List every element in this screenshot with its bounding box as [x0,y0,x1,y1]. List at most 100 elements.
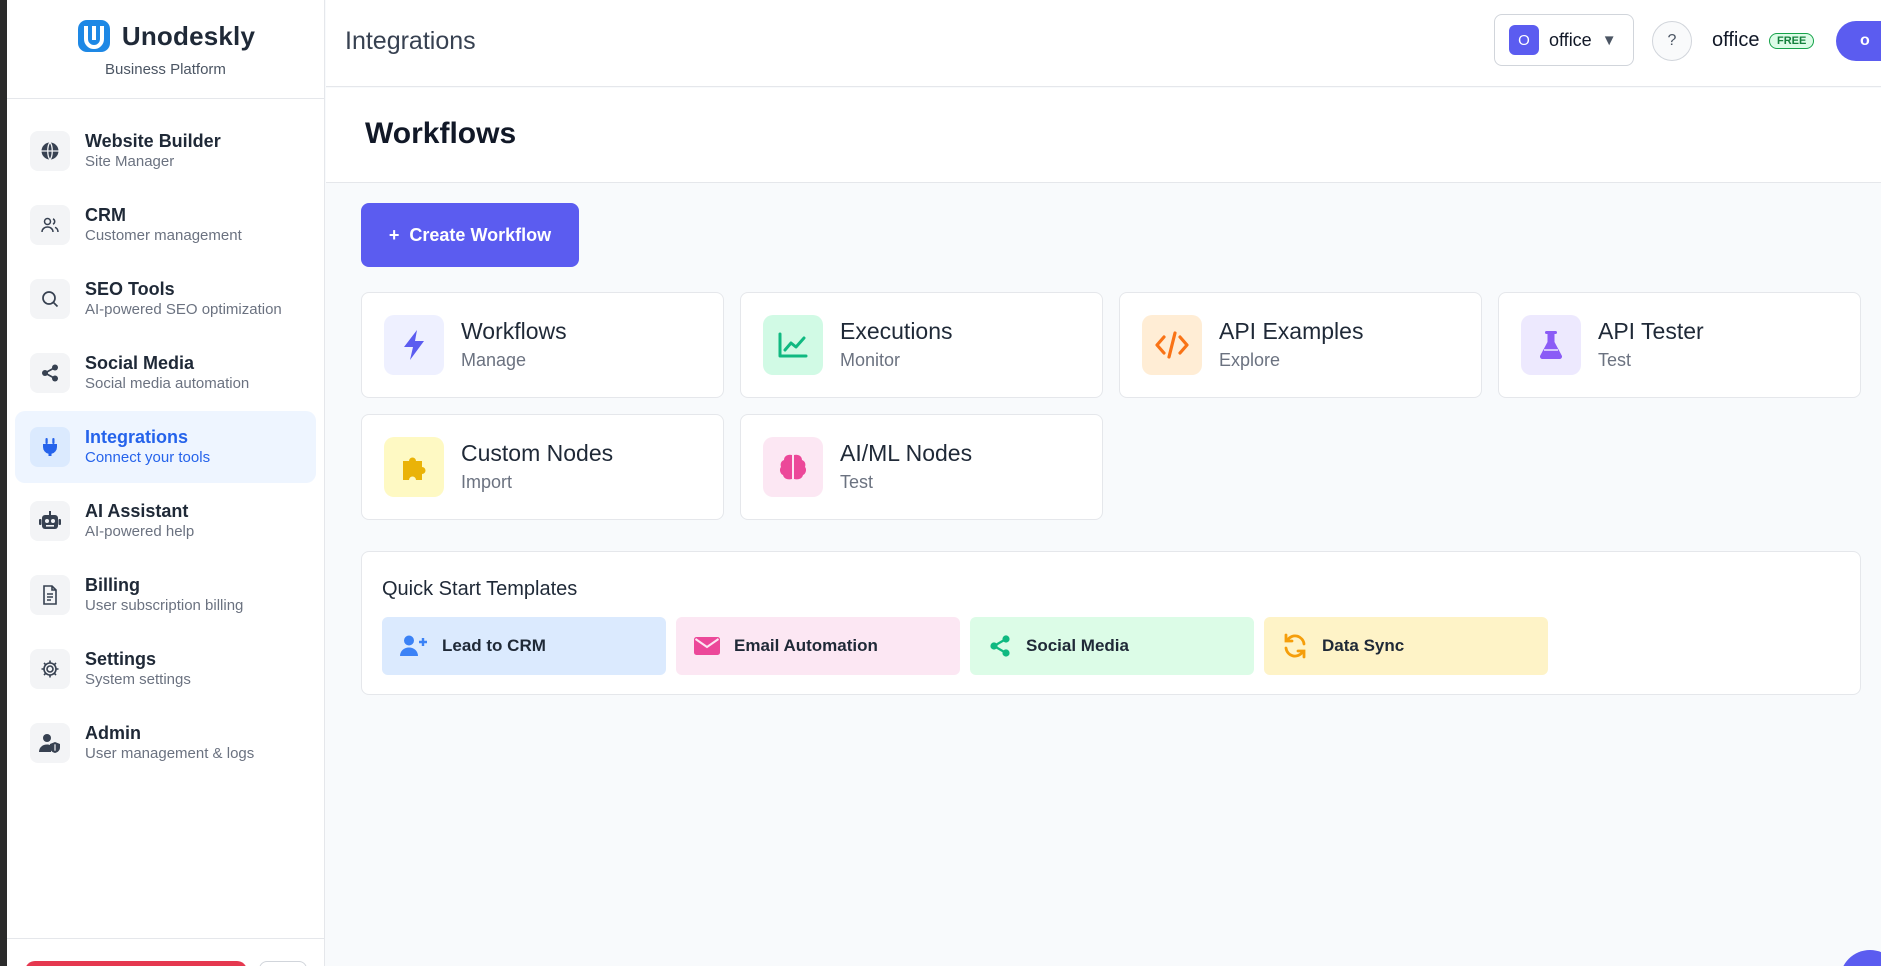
sidebar-item-seo-tools[interactable]: SEO Tools AI-powered SEO optimization [15,263,316,335]
topbar: Integrations O office ▼ ? office FREE o [326,0,1881,87]
sidebar-item-website-builder[interactable]: Website Builder Site Manager [15,115,316,187]
user-name: office [1712,29,1760,51]
tile-api-examples[interactable]: API Examples Explore [1119,292,1482,398]
chevron-down-icon: ▼ [1601,31,1617,49]
sidebar-item-integrations[interactable]: Integrations Connect your tools [15,411,316,483]
sidebar-item-settings[interactable]: Settings System settings [15,633,316,705]
sidebar-nav: Website Builder Site Manager CRM Custome… [7,99,324,779]
tile-subtitle: Manage [461,350,527,370]
tile-workflows[interactable]: Workflows Manage [361,292,724,398]
template-label: Lead to CRM [442,636,546,655]
sidebar-item-subtitle: AI-powered SEO optimization [85,301,282,318]
sidebar-item-subtitle: Site Manager [85,153,175,170]
share-icon [990,635,1010,657]
tile-subtitle: Explore [1219,350,1281,370]
page-title: Workflows [365,117,517,150]
brand[interactable]: Unodeskly Business Platform [7,0,324,99]
template-email-automation[interactable]: Email Automation [676,617,960,675]
sidebar-footer [7,938,325,966]
tile-subtitle: Import [461,472,513,492]
template-label: Email Automation [734,636,878,655]
tile-title: Custom Nodes [461,440,614,466]
page-header: Workflows [326,88,1881,183]
user-plus-icon [400,635,427,656]
sidebar-item-title: Settings [85,649,157,669]
tile-title: API Examples [1219,318,1364,344]
page-header-title: Integrations [345,27,476,55]
sidebar: Unodeskly Business Platform Website Buil… [7,0,325,966]
brand-subtitle: Business Platform [105,61,226,78]
organization-select[interactable]: O office ▼ [1494,14,1634,66]
plus-icon: + [388,224,400,245]
brain-icon [763,437,823,497]
sidebar-item-title: SEO Tools [85,279,175,299]
tile-ai-ml-nodes[interactable]: AI/ML Nodes Test [740,414,1103,520]
sidebar-item-admin[interactable]: Admin User management & logs [15,707,316,779]
lightning-icon [384,315,444,375]
sidebar-item-title: AI Assistant [85,501,189,521]
collapse-button[interactable] [259,961,307,966]
envelope-icon [694,637,720,655]
sidebar-item-title: Website Builder [85,131,221,151]
sidebar-item-subtitle: Connect your tools [85,449,211,466]
tile-custom-nodes[interactable]: Custom Nodes Import [361,414,724,520]
code-icon [1142,315,1202,375]
search-icon [30,279,70,319]
create-workflow-label: Create Workflow [409,224,552,245]
sidebar-item-title: Billing [85,575,140,595]
template-lead-to-crm[interactable]: Lead to CRM [382,617,666,675]
gear-icon [30,649,70,689]
sidebar-item-ai-assistant[interactable]: AI Assistant AI-powered help [15,485,316,557]
sidebar-item-subtitle: Social media automation [85,375,250,392]
quick-start-panel: Quick Start Templates Lead to CRM Email … [361,551,1861,695]
sidebar-item-subtitle: System settings [85,671,191,688]
tile-title: Workflows [461,318,567,344]
tile-api-tester[interactable]: API Tester Test [1498,292,1861,398]
globe-icon [30,131,70,171]
share-icon [30,353,70,393]
template-label: Social Media [1026,636,1129,655]
quick-start-title: Quick Start Templates [382,578,578,600]
sidebar-item-subtitle: AI-powered help [85,523,195,540]
sidebar-item-title: Integrations [85,427,189,447]
brand-name: Unodeskly [121,20,256,51]
org-name: office [1549,29,1592,50]
template-label: Data Sync [1322,636,1405,655]
window-edge [0,0,7,966]
sidebar-item-subtitle: User management & logs [85,745,255,762]
tile-subtitle: Test [1598,350,1632,370]
sync-icon [1284,633,1306,659]
puzzle-icon [384,437,444,497]
sidebar-item-subtitle: User subscription billing [85,597,244,614]
tile-executions[interactable]: Executions Monitor [740,292,1103,398]
template-data-sync[interactable]: Data Sync [1264,617,1548,675]
chat-fab-button[interactable] [1840,950,1881,966]
flask-icon [1521,315,1581,375]
template-social-media[interactable]: Social Media [970,617,1254,675]
help-button[interactable]: ? [1652,21,1692,61]
user-shield-icon [30,723,70,763]
tile-title: Executions [840,318,953,344]
org-badge: O [1509,25,1539,55]
chart-line-icon [763,315,823,375]
users-icon [30,205,70,245]
logout-button[interactable] [25,961,247,966]
sidebar-item-title: Admin [85,723,141,743]
sidebar-item-social-media[interactable]: Social Media Social media automation [15,337,316,409]
tile-subtitle: Monitor [840,350,901,370]
tile-subtitle: Test [840,472,874,492]
sidebar-item-crm[interactable]: CRM Customer management [15,189,316,261]
brand-logo-icon [77,20,110,52]
robot-icon [30,501,70,541]
plan-badge: FREE [1769,33,1815,49]
sidebar-item-subtitle: Customer management [85,227,242,244]
user-avatar[interactable]: o [1836,21,1881,61]
sidebar-item-billing[interactable]: Billing User subscription billing [15,559,316,631]
plug-icon [30,427,70,467]
sidebar-item-title: CRM [85,205,126,225]
document-icon [30,575,70,615]
create-workflow-button[interactable]: + Create Workflow [361,203,579,267]
tile-title: AI/ML Nodes [840,440,973,466]
tile-title: API Tester [1598,318,1704,344]
sidebar-item-title: Social Media [85,353,195,373]
